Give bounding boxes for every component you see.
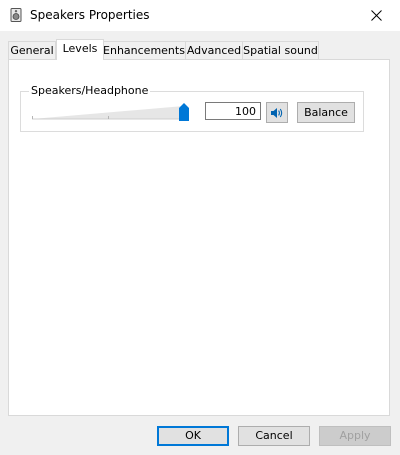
tab-advanced[interactable]: Advanced: [185, 41, 243, 59]
apply-button: Apply: [319, 426, 391, 446]
tab-levels[interactable]: Levels: [56, 39, 104, 60]
tab-general[interactable]: General: [8, 41, 56, 59]
slider-thumb[interactable]: [179, 103, 189, 121]
tab-spatial-sound[interactable]: Spatial sound: [242, 41, 319, 59]
group-label: Speakers/Headphone: [29, 84, 151, 98]
window-title: Speakers Properties: [30, 8, 150, 22]
balance-button[interactable]: Balance: [297, 102, 355, 123]
mute-button[interactable]: [266, 102, 288, 123]
title-bar: Speakers Properties: [0, 0, 400, 31]
cancel-button[interactable]: Cancel: [238, 426, 310, 446]
levels-panel: Speakers/Headphone Balance: [8, 59, 390, 416]
speakers-properties-dialog: Speakers Properties General Levels Enhan…: [0, 0, 400, 455]
speaker-volume-icon: [271, 108, 283, 118]
volume-level-input[interactable]: [205, 102, 261, 120]
ok-button[interactable]: OK: [157, 426, 229, 446]
volume-slider[interactable]: [32, 102, 189, 122]
close-button[interactable]: [354, 0, 400, 31]
close-icon: [371, 10, 382, 21]
slider-track: [32, 106, 185, 120]
tab-enhancements[interactable]: Enhancements: [102, 41, 186, 59]
speaker-icon: [10, 8, 22, 22]
